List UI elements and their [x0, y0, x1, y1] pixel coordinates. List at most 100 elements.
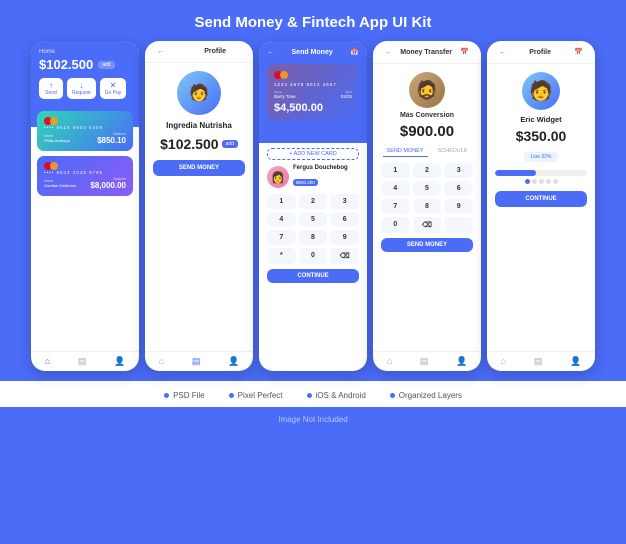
- profile1-balance-row: $102.500 add: [160, 136, 238, 152]
- card2-name: Gordian Martinton: [44, 183, 76, 188]
- footer-psd: PSD File: [164, 391, 205, 400]
- phone5-title: Profile: [529, 49, 551, 56]
- key-0[interactable]: 0: [299, 248, 328, 264]
- profile2-amount: $350.00: [516, 128, 567, 144]
- profile1-avatar: 🧑: [177, 71, 221, 115]
- slider-bar[interactable]: [495, 170, 587, 176]
- card-nav4-icon[interactable]: ▤: [420, 356, 429, 367]
- phone1-add-badge[interactable]: add: [98, 61, 114, 69]
- calendar3-icon[interactable]: 📅: [350, 48, 359, 56]
- back-arrow4-icon[interactable]: ←: [380, 49, 392, 56]
- phone-send-money: ← Send Money 📅 1234 5678 9012 4567 Name …: [259, 41, 367, 371]
- phone2-header: ← Profile: [145, 41, 253, 63]
- p4-key-6[interactable]: 6: [444, 181, 473, 196]
- p4-key-5[interactable]: 5: [413, 181, 442, 196]
- key-4[interactable]: 4: [267, 212, 296, 227]
- request-action[interactable]: ↓ Request: [67, 78, 96, 99]
- p4-key-4[interactable]: 4: [381, 181, 410, 196]
- home-nav4-icon[interactable]: ⌂: [387, 356, 392, 367]
- footer-pixel-label: Pixel Perfect: [238, 391, 283, 400]
- key-3[interactable]: 3: [330, 194, 359, 209]
- footer-ios-label: iOS & Android: [316, 391, 366, 400]
- continue-button[interactable]: CONTINUE: [267, 269, 359, 283]
- send-money-tab[interactable]: SEND MONEY: [383, 146, 428, 157]
- calendar5-icon[interactable]: 📅: [574, 48, 588, 56]
- phone3-card-row: Name Barry Tone Expr 03/25: [274, 90, 352, 99]
- slider-fill: [495, 170, 536, 176]
- key-star[interactable]: *: [267, 248, 296, 264]
- key-1[interactable]: 1: [267, 194, 296, 209]
- p4-key-del[interactable]: ⌫: [413, 217, 442, 233]
- key-6[interactable]: 6: [330, 212, 359, 227]
- key-5[interactable]: 5: [299, 212, 328, 227]
- key-9[interactable]: 9: [330, 230, 359, 245]
- card-nav5-icon[interactable]: ▤: [534, 356, 543, 367]
- phone3-numpad: 1 2 3 4 5 6 7 8 9 * 0 ⌫: [267, 194, 359, 264]
- phone2-nav: ⌂ ▤ 👤: [145, 351, 253, 371]
- transfer-avatar: 🧔: [409, 72, 445, 108]
- home-nav5-icon[interactable]: ⌂: [501, 356, 506, 367]
- phone1-nav: ⌂ ▤ 👤: [31, 351, 139, 371]
- card1-number: •••• 5618 6602 5459: [44, 125, 126, 130]
- gopay-action[interactable]: ✕ Go Pay: [100, 78, 127, 99]
- p4-key-7[interactable]: 7: [381, 199, 410, 214]
- schedule-tab[interactable]: SCHEDULE: [434, 146, 472, 157]
- home-nav2-icon[interactable]: ⌂: [159, 356, 164, 367]
- phone3-amount: $4,500.00: [274, 102, 352, 114]
- transfer-name: Mas Conversion: [400, 112, 454, 119]
- footer-strip: PSD File Pixel Perfect iOS & Android Org…: [0, 381, 626, 407]
- key-del[interactable]: ⌫: [330, 248, 359, 264]
- p4-key-0[interactable]: 0: [381, 217, 410, 233]
- dot-1: [525, 179, 530, 184]
- phone3-card: 1234 5678 9012 4567 Name Barry Tone Expr…: [267, 64, 359, 121]
- footer-dot1: [164, 393, 169, 398]
- send-action[interactable]: ↑ Send: [39, 78, 63, 99]
- card2[interactable]: •••• 6543 2038 9795 Name Gordian Martint…: [37, 156, 133, 196]
- card-nav2-icon[interactable]: ▤: [192, 356, 201, 367]
- footer-organized: Organized Layers: [390, 391, 462, 400]
- profile-nav5-icon[interactable]: 👤: [570, 356, 581, 367]
- calendar4-icon[interactable]: 📅: [460, 48, 474, 56]
- phone5-nav: ⌂ ▤ 👤: [487, 351, 595, 371]
- profile1-balance: $102.500: [160, 136, 218, 152]
- recipient-info: Fergus Douchebog $500.200: [293, 165, 348, 189]
- card-nav-icon[interactable]: ▤: [78, 356, 87, 367]
- card1[interactable]: •••• 5618 6602 5459 Name Philip Amtropp …: [37, 111, 133, 151]
- add-card-button[interactable]: + ADD NEW CARD: [267, 148, 359, 160]
- slider-dots: [525, 179, 558, 184]
- p4-key-8[interactable]: 8: [413, 199, 442, 214]
- key-7[interactable]: 7: [267, 230, 296, 245]
- key-2[interactable]: 2: [299, 194, 328, 209]
- home-nav-icon[interactable]: ⌂: [45, 356, 50, 367]
- p4-key-3[interactable]: 3: [444, 163, 473, 178]
- phone4-body: 🧔 Mas Conversion $900.00 SEND MONEY SCHE…: [373, 64, 481, 351]
- key-8[interactable]: 8: [299, 230, 328, 245]
- phone1-amount: $102.500: [39, 57, 93, 72]
- back-arrow3-icon[interactable]: ←: [267, 49, 274, 56]
- transfer-send-button[interactable]: SEND MONEY: [381, 238, 473, 252]
- card1-name: Philip Amtropp: [44, 138, 70, 143]
- p4-key-1[interactable]: 1: [381, 163, 410, 178]
- back-arrow5-icon[interactable]: ←: [494, 49, 506, 56]
- profile2-badge: Liue 32%: [524, 152, 559, 162]
- card2-number: •••• 6543 2038 9795: [44, 170, 126, 175]
- send-money-button[interactable]: SEND MONEY: [153, 160, 245, 176]
- phone3-body: + ADD NEW CARD 👩 Fergus Douchebog $500.2…: [259, 143, 367, 371]
- phone3-recipient: 👩 Fergus Douchebog $500.200: [267, 165, 359, 189]
- card1-balance: $850.10: [97, 136, 126, 145]
- phone3-header: ← Send Money 📅 1234 5678 9012 4567 Name …: [259, 41, 367, 143]
- profile-nav2-icon[interactable]: 👤: [228, 356, 239, 367]
- transfer-tabs: SEND MONEY SCHEDULE: [383, 146, 472, 157]
- card2-balance: $8,000.00: [90, 181, 126, 190]
- continue-button5[interactable]: CONTINUE: [495, 191, 587, 207]
- recipient-balance: $500.200: [293, 179, 318, 186]
- phone-profile1: ← Profile 🧑 Ingredia Nutrisha $102.500 a…: [145, 41, 253, 371]
- dot-2: [532, 179, 537, 184]
- profile-nav4-icon[interactable]: 👤: [456, 356, 467, 367]
- p4-key-9[interactable]: 9: [444, 199, 473, 214]
- dot-3: [539, 179, 544, 184]
- profile-nav-icon[interactable]: 👤: [114, 356, 125, 367]
- p4-key-2[interactable]: 2: [413, 163, 442, 178]
- phone1-screen-label: Home: [39, 49, 131, 55]
- back-arrow-icon[interactable]: ←: [152, 48, 164, 55]
